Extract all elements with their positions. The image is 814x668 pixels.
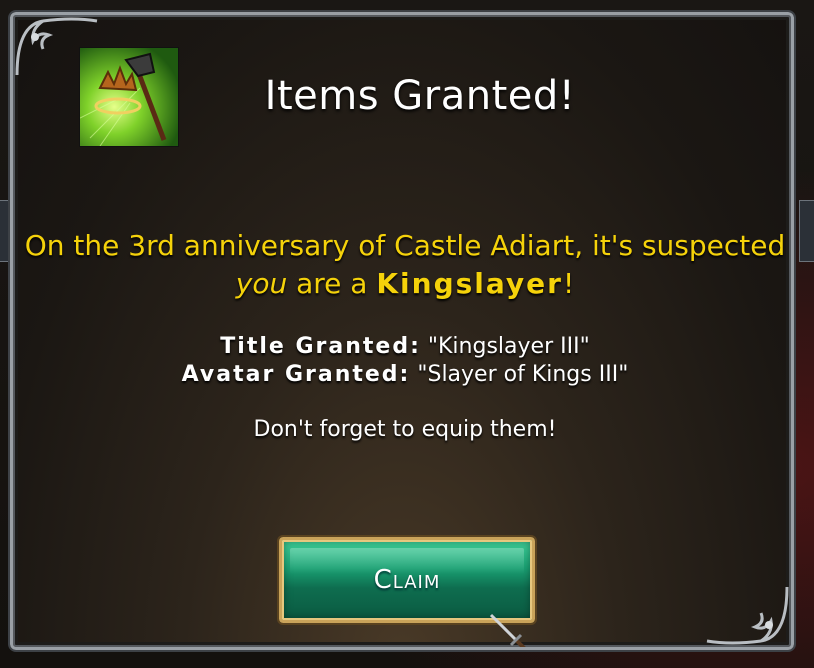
grant-value: "Kingslayer III" bbox=[427, 334, 590, 359]
message-text: are a bbox=[287, 267, 377, 300]
corner-ornament-icon bbox=[706, 586, 789, 645]
grant-value: "Slayer of Kings III" bbox=[417, 362, 629, 387]
title-granted-row: Title Granted: "Kingslayer III" bbox=[13, 333, 791, 361]
sword-icon bbox=[489, 613, 526, 647]
message-text: On the 3rd anniversary of Castle Adiart,… bbox=[24, 229, 786, 262]
avatar-granted-row: Avatar Granted: "Slayer of Kings III" bbox=[13, 361, 791, 389]
equip-reminder: Don't forget to equip them! bbox=[253, 417, 557, 442]
dialog-title: Items Granted! bbox=[264, 73, 576, 119]
claim-button-label: Claim bbox=[373, 565, 441, 595]
message-text: ! bbox=[562, 267, 575, 300]
right-side-tab bbox=[799, 200, 814, 262]
grant-label: Title Granted: bbox=[220, 334, 421, 359]
anniversary-message: On the 3rd anniversary of Castle Adiart,… bbox=[13, 227, 791, 303]
grant-label: Avatar Granted: bbox=[181, 362, 411, 387]
grants-list: Title Granted: "Kingslayer III" Avatar G… bbox=[13, 333, 791, 389]
message-emphasis: you bbox=[235, 267, 288, 300]
message-kingslayer: Kingslayer bbox=[376, 267, 563, 300]
items-granted-dialog: Items Granted! On the 3rd anniversary of… bbox=[8, 10, 796, 652]
